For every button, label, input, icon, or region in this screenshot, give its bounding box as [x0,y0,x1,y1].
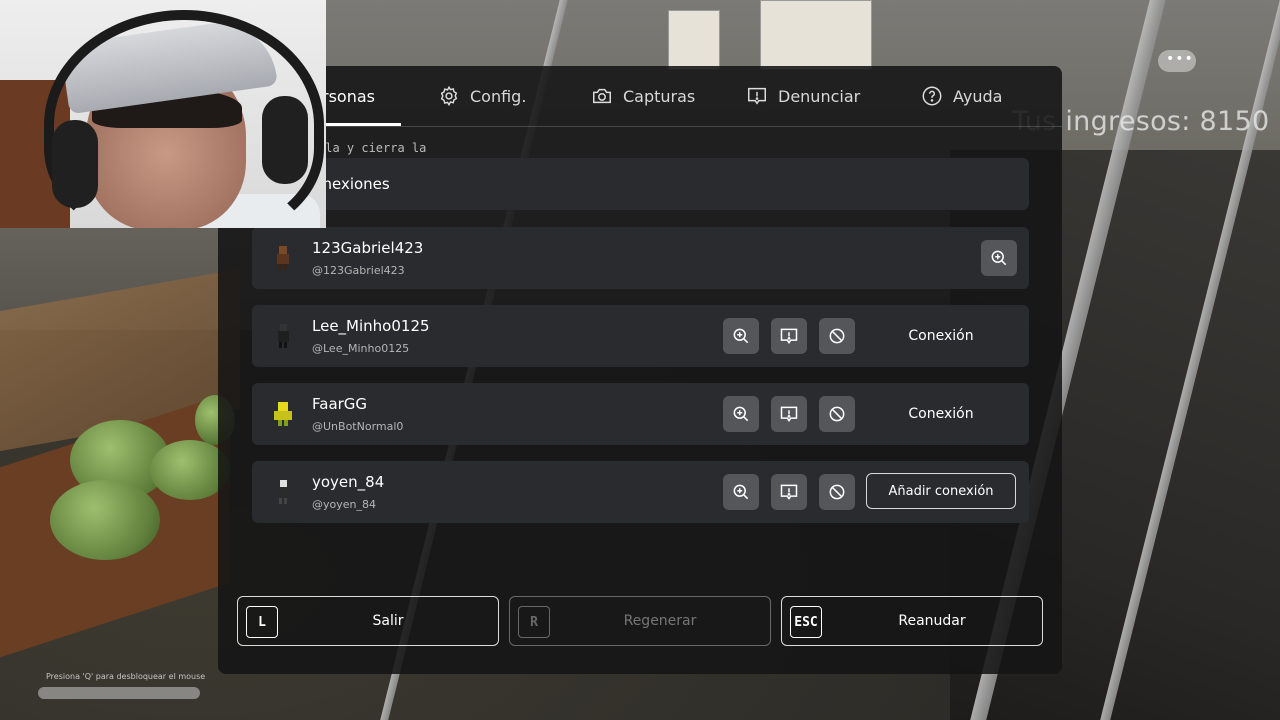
tab-help-label: Ayuda [953,86,1003,106]
tab-report-label: Denunciar [778,86,861,106]
chat-bubble-icon[interactable] [1158,50,1196,72]
report-player-button[interactable] [771,318,807,354]
camera-icon [593,88,611,104]
connection-status: Conexión [908,328,974,344]
inspect-button[interactable] [981,240,1017,276]
player-avatar [278,324,289,348]
calendar-poster [668,10,720,70]
active-tab-indicator [318,123,401,126]
gear-icon [440,85,458,107]
report-icon [780,406,798,423]
block-player-button[interactable] [819,474,855,510]
unlock-progress-bar [38,687,200,699]
tab-report[interactable]: Denunciar [746,66,860,126]
help-icon [922,86,942,106]
invite-connections-button[interactable]: vitar conexiones [252,158,1029,210]
player-row: 123Gabriel423 @123Gabriel423 [252,227,1029,289]
block-icon [829,406,845,422]
headset-earcup-left [52,120,98,208]
player-handle: @yoyen_84 [312,498,376,511]
report-icon [780,484,798,501]
player-menu: rsonas Config. Capturas Denunciar Ayuda … [218,66,1062,674]
resume-label: Reanudar [898,613,966,629]
report-player-button[interactable] [771,396,807,432]
connection-status: Conexión [908,406,974,422]
tab-people-label: rsonas [322,86,375,106]
player-name: yoyen_84 [312,473,385,491]
background-sign-text: lla y cierra la [318,141,427,155]
player-row: FaarGG @UnBotNormal0 Conexión [252,383,1029,445]
player-name: Lee_Minho0125 [312,317,430,335]
report-icon [780,328,798,345]
inspect-button[interactable] [723,474,759,510]
inspect-button[interactable] [723,318,759,354]
tab-settings-label: Config. [470,86,527,106]
report-player-button[interactable] [771,474,807,510]
player-avatar [278,480,289,504]
add-connection-button[interactable]: Añadir conexión [866,473,1016,509]
key-hint: L [246,606,278,638]
report-icon [748,87,766,105]
player-handle: @123Gabriel423 [312,264,405,277]
key-hint: R [518,606,550,638]
headset-earcup-right [262,96,308,184]
player-avatar [277,246,289,270]
tab-bar: rsonas Config. Capturas Denunciar Ayuda [218,66,1062,127]
tab-captures[interactable]: Capturas [591,66,695,126]
tab-settings[interactable]: Config. [438,66,526,126]
zoom-in-icon [991,250,1007,266]
tab-captures-label: Capturas [623,86,696,106]
leave-label: Salir [372,613,404,629]
key-hint: ESC [790,606,822,638]
zoom-in-icon [733,406,749,422]
block-icon [829,484,845,500]
player-row: Lee_Minho0125 @Lee_Minho0125 Conexión [252,305,1029,367]
tab-people[interactable]: rsonas [322,66,375,126]
block-icon [829,328,845,344]
player-handle: @UnBotNormal0 [312,420,404,433]
block-player-button[interactable] [819,318,855,354]
tab-help[interactable]: Ayuda [921,66,1002,126]
resume-button[interactable]: ESC Reanudar [781,596,1043,646]
block-player-button[interactable] [819,396,855,432]
webcam-overlay [0,0,326,228]
zoom-in-icon [733,484,749,500]
inspect-button[interactable] [723,396,759,432]
player-name: 123Gabriel423 [312,239,424,257]
player-name: FaarGG [312,395,368,413]
player-avatar [274,402,292,426]
player-row: yoyen_84 @yoyen_84 Añadir conexión [252,461,1029,523]
cabbage [50,480,160,560]
unlock-mouse-hint: Presiona 'Q' para desbloquear el mouse [46,672,206,681]
notice-poster [760,0,872,70]
zoom-in-icon [733,328,749,344]
player-handle: @Lee_Minho0125 [312,342,410,355]
respawn-button[interactable]: R Regenerar [509,596,771,646]
leave-button[interactable]: L Salir [237,596,499,646]
respawn-label: Regenerar [623,613,697,629]
